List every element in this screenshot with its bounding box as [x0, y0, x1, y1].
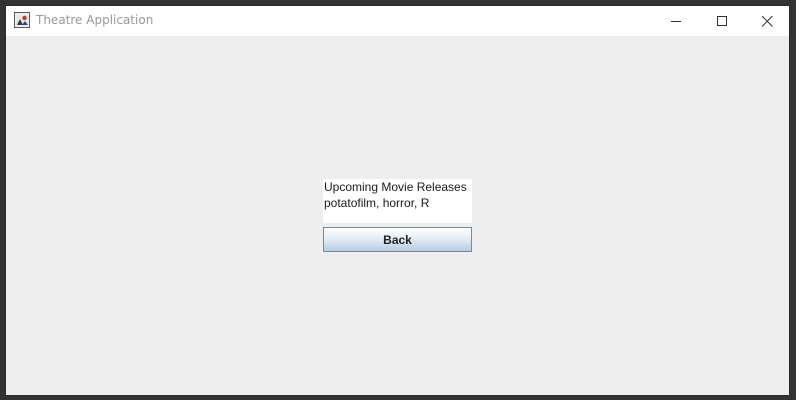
- java-app-icon: [14, 12, 30, 28]
- maximize-button[interactable]: [699, 6, 745, 36]
- minimize-icon: [670, 16, 682, 27]
- close-icon: [761, 15, 773, 27]
- back-button[interactable]: Back: [323, 227, 472, 252]
- title-bar[interactable]: Theatre Application: [6, 6, 789, 36]
- app-window: Theatre Application Upcoming Movie Relea…: [5, 5, 790, 396]
- window-title: Theatre Application: [36, 13, 154, 27]
- minimize-button[interactable]: [653, 6, 699, 36]
- release-entry: potatofilm, horror, R: [324, 196, 430, 210]
- maximize-icon: [716, 15, 728, 27]
- releases-heading: Upcoming Movie Releases: [324, 180, 467, 194]
- close-button[interactable]: [744, 6, 790, 36]
- releases-text-area: Upcoming Movie Releases potatofilm, horr…: [323, 179, 472, 223]
